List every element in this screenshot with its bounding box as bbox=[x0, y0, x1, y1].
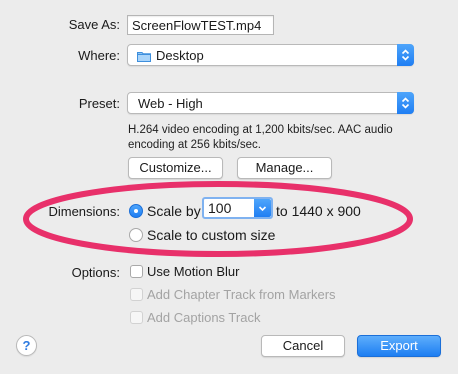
scale-by-radio[interactable] bbox=[129, 204, 143, 218]
chapter-track-label: Add Chapter Track from Markers bbox=[147, 287, 336, 302]
chevron-down-icon[interactable] bbox=[254, 199, 271, 217]
scale-custom-radio[interactable] bbox=[129, 228, 143, 242]
captions-track-label: Add Captions Track bbox=[147, 310, 261, 325]
scale-by-label[interactable]: Scale by bbox=[147, 203, 201, 219]
dimensions-label: Dimensions: bbox=[48, 204, 120, 219]
help-button[interactable]: ? bbox=[16, 335, 37, 356]
scale-result: to 1440 x 900 bbox=[276, 203, 361, 219]
chapter-track-checkbox bbox=[130, 288, 143, 301]
options-label: Options: bbox=[71, 265, 120, 280]
motion-blur-checkbox[interactable] bbox=[130, 265, 143, 278]
export-button[interactable]: Export bbox=[357, 335, 441, 357]
captions-track-checkbox bbox=[130, 311, 143, 324]
scale-custom-label[interactable]: Scale to custom size bbox=[147, 227, 275, 243]
scale-value[interactable]: 100 bbox=[208, 200, 231, 216]
motion-blur-label[interactable]: Use Motion Blur bbox=[147, 264, 239, 279]
scale-combo[interactable]: 100 bbox=[202, 197, 273, 219]
cancel-button[interactable]: Cancel bbox=[261, 335, 345, 357]
